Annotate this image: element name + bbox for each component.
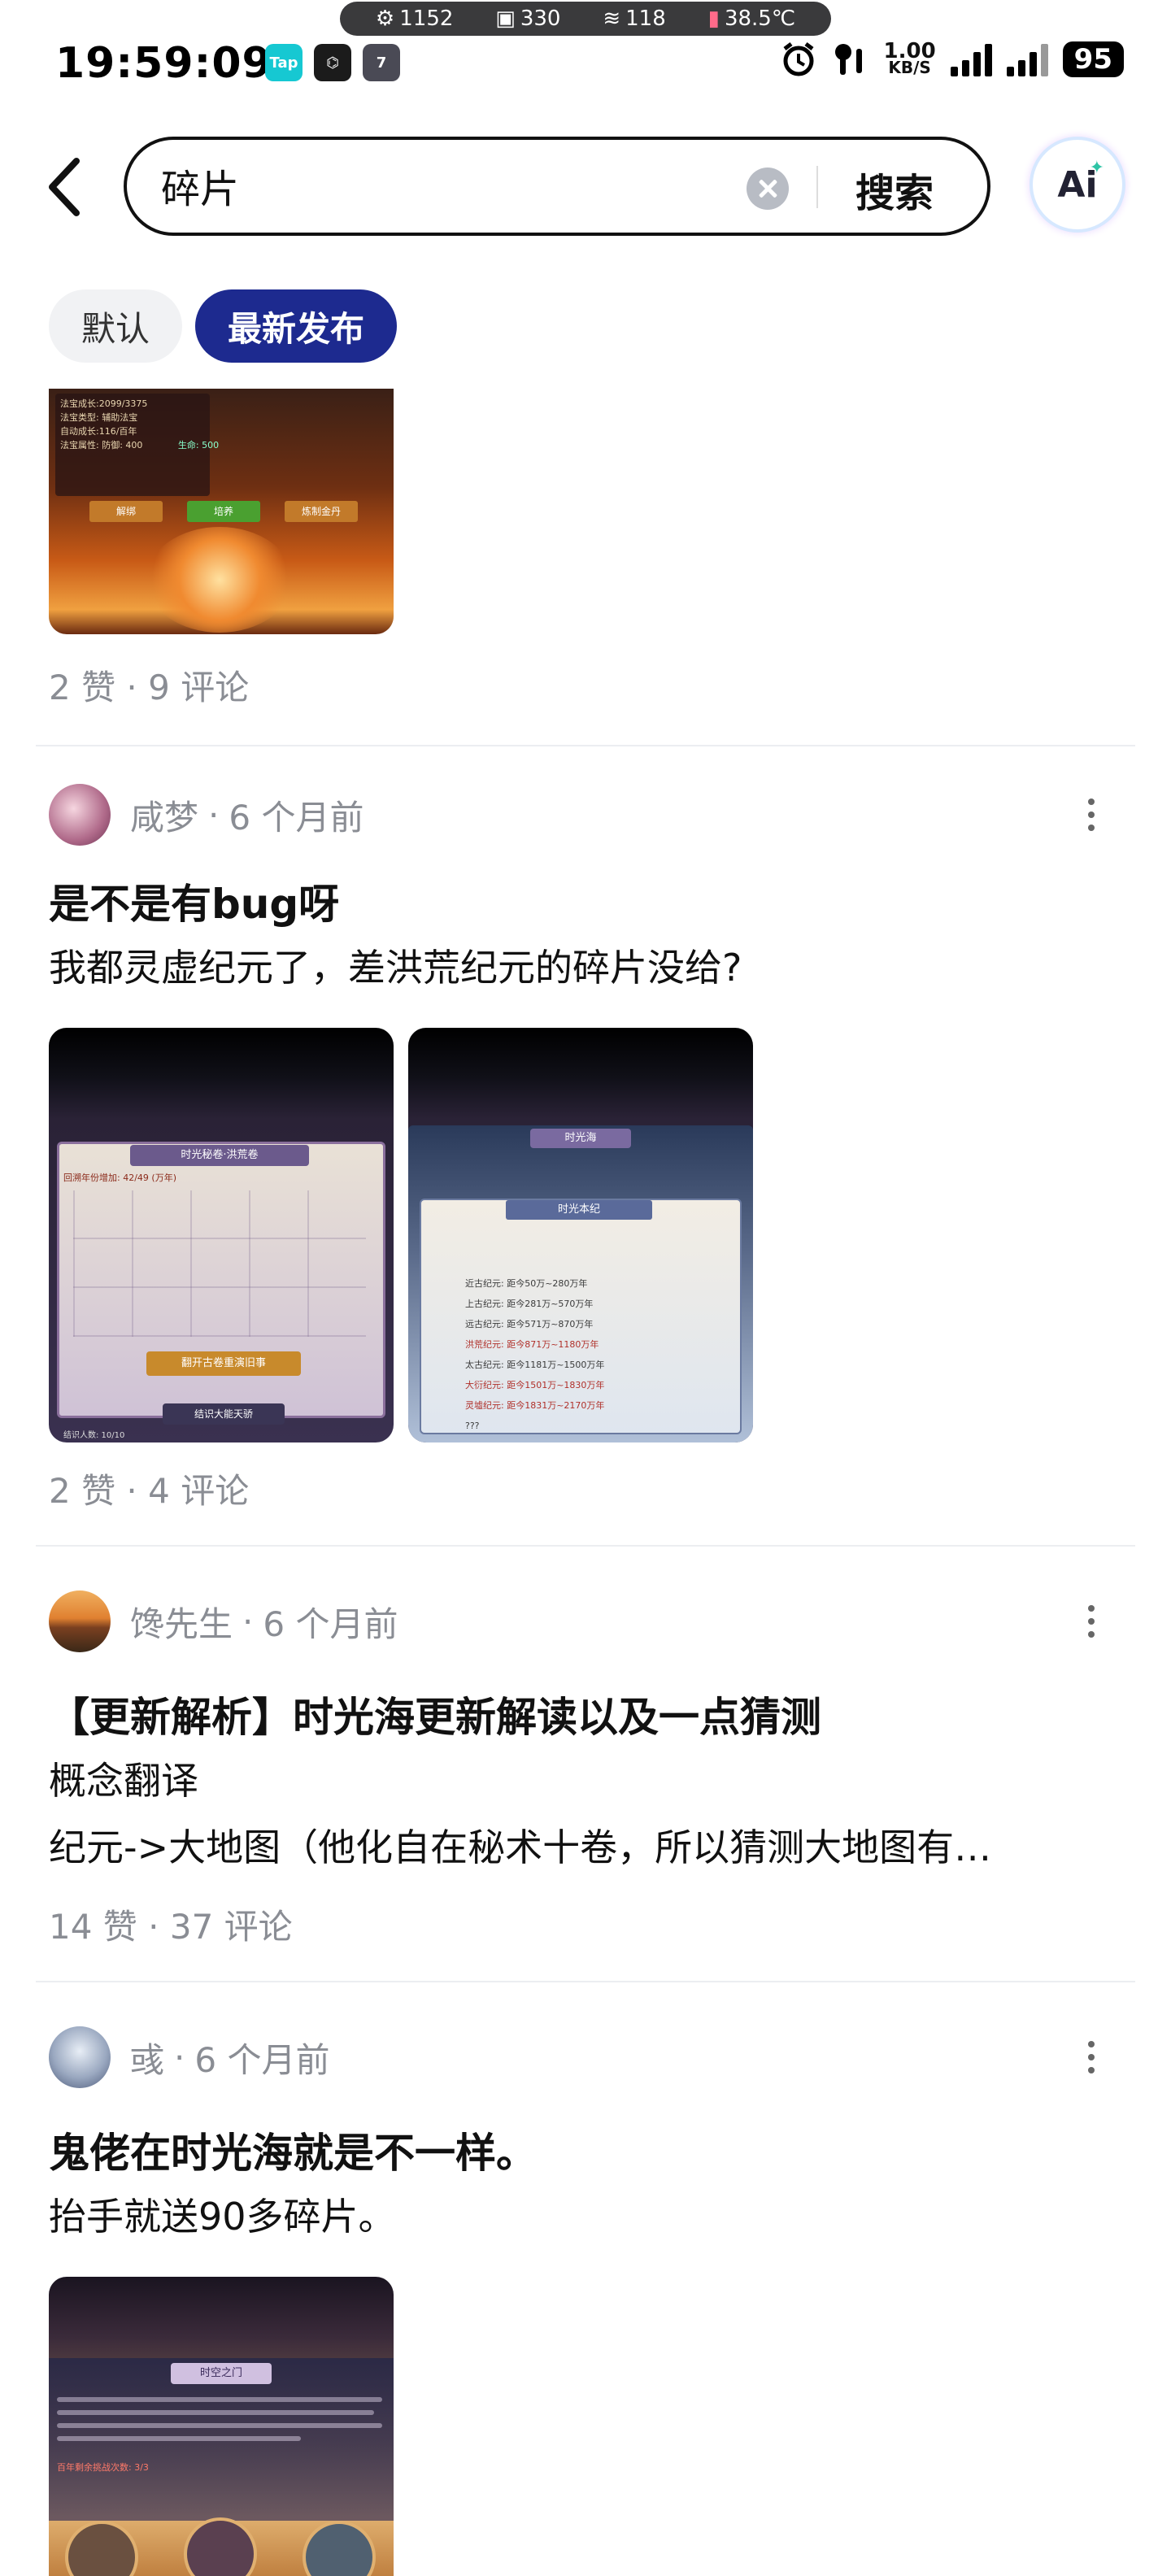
more-options-icon[interactable]: [1077, 2033, 1106, 2082]
game-app-icon: ⌬: [314, 44, 351, 81]
image-portrait: [65, 2521, 138, 2576]
image-portrait: [184, 2517, 257, 2576]
avatar[interactable]: [49, 784, 111, 846]
image-footer: 结识大能天骄: [163, 1403, 285, 1425]
post-stats: 2 赞 · 4 评论: [49, 1471, 250, 1511]
sort-default-chip[interactable]: 默认: [49, 289, 183, 363]
network-speed: 1.00 KB/S: [883, 39, 936, 77]
post-body-line-1[interactable]: 概念翻译: [49, 1751, 1122, 1805]
image-era-list: 近古纪元: 距今50万~280万年 上古纪元: 距今281万~570万年 远古纪…: [465, 1278, 605, 1431]
image-button-3: 炼制金丹: [285, 501, 358, 522]
more-options-icon[interactable]: [1077, 1597, 1106, 1646]
memory-readout: ▣ 330: [495, 7, 561, 31]
post-body-line-2[interactable]: 纪元->大地图（他化自在秘术十卷，所以猜测大地图有…: [49, 1818, 1122, 1872]
post-time: 6 个月前: [194, 2039, 330, 2080]
notification-app-icons: Tap ⌬ 7: [265, 44, 400, 81]
image-glow: [146, 527, 293, 633]
system-monitor-pill: ⚙ 1152 ▣ 330 ≋ 118 ▮ 38.5℃: [340, 2, 831, 36]
post-stats: 14 赞 · 37 评论: [49, 1907, 293, 1947]
sort-filter-chips: 默认 最新发布: [49, 289, 398, 363]
status-bar: ⚙ 1152 ▣ 330 ≋ 118 ▮ 38.5℃ 19:59:09 Tap ⌬ 7 …: [0, 0, 1171, 122]
sort-latest-chip[interactable]: 最新发布: [195, 289, 398, 363]
back-arrow-icon[interactable]: [42, 154, 91, 220]
image-header: 时空之门: [171, 2363, 272, 2384]
post-time: 6 个月前: [229, 797, 364, 838]
image-header: 时光海: [530, 1129, 631, 1148]
memory-icon: ▣: [495, 7, 516, 31]
post-author[interactable]: 馋先生 · 6 个月前: [49, 1589, 398, 1654]
taptap-icon: Tap: [265, 44, 303, 81]
author-name[interactable]: 馋先生: [130, 1597, 233, 1647]
post-body[interactable]: 我都灵虚纪元了，差洪荒纪元的碎片没给?: [49, 938, 1122, 992]
image-button-1: 解绑: [89, 501, 163, 522]
post-image[interactable]: 法宝成长:2099/3375 法宝类型: 辅助法宝 自动成长:116/百年 法宝…: [49, 389, 394, 634]
clock: 19:59:09: [55, 39, 272, 88]
image-text-line: [57, 2423, 382, 2428]
post-divider: [36, 1981, 1135, 1982]
image-stat-text: 法宝成长:2099/3375 法宝类型: 辅助法宝 自动成长:116/百年 法宝…: [60, 398, 220, 450]
fps-readout: ⚙ 1152: [375, 7, 454, 31]
post-author[interactable]: 彧 · 6 个月前: [49, 2025, 329, 2090]
image-text-line: [57, 2436, 301, 2441]
signal-icon: [950, 42, 992, 76]
avatar[interactable]: [49, 1590, 111, 1652]
search-bar[interactable]: 搜索: [124, 137, 990, 236]
post-divider: [36, 745, 1135, 746]
post-title[interactable]: 是不是有bug呀: [49, 872, 339, 930]
meta-dot: ·: [242, 1601, 254, 1642]
more-options-icon[interactable]: [1077, 790, 1106, 839]
meta-dot: ·: [208, 794, 220, 835]
post-author[interactable]: 咸梦 · 6 个月前: [49, 782, 363, 847]
image-header: 时光秘卷·洪荒卷: [130, 1145, 309, 1166]
post-image[interactable]: 时空之门 百年剩余挑战次数: 3/3: [49, 2277, 394, 2576]
author-name[interactable]: 咸梦: [130, 790, 198, 840]
app-icon-7: 7: [363, 44, 400, 81]
image-text-line: [57, 2397, 382, 2402]
meta-dot: ·: [174, 2037, 185, 2078]
search-button[interactable]: 搜索: [855, 161, 934, 218]
signal-icon-2: [1006, 42, 1048, 76]
status-indicators: 1.00 KB/S 95: [780, 41, 1124, 78]
image-portrait: [303, 2521, 376, 2576]
post-body[interactable]: 抬手就送90多碎片。: [49, 2187, 1122, 2241]
post-time: 6 个月前: [263, 1603, 398, 1644]
frequency-readout: ≋ 118: [603, 7, 666, 31]
earbuds-icon: [834, 44, 862, 75]
alarm-icon: [783, 42, 814, 76]
image-button: 翻开古卷重演旧事: [146, 1351, 301, 1376]
image-subheader: 时光本纪: [506, 1200, 652, 1220]
image-button-2: 培养: [187, 501, 260, 522]
thermometer-icon: ▮: [707, 7, 720, 31]
search-divider: [816, 166, 818, 208]
ai-assistant-button[interactable]: Ai ✦: [1033, 140, 1122, 229]
wave-icon: ≋: [603, 7, 621, 31]
post-title[interactable]: 【更新解析】时光海更新解读以及一点猜测: [49, 1685, 821, 1743]
battery-indicator: 95: [1062, 41, 1124, 77]
image-subtext: 回溯年份增加: 42/49 (万年): [63, 1173, 176, 1183]
image-subtext: 百年剩余挑战次数: 3/3: [57, 2462, 149, 2473]
image-grid: [73, 1190, 366, 1337]
post-image[interactable]: 时光秘卷·洪荒卷 回溯年份增加: 42/49 (万年) 翻开古卷重演旧事 结识大…: [49, 1028, 394, 1442]
cpu-icon: ⚙: [375, 7, 395, 31]
search-input[interactable]: [161, 163, 730, 208]
temperature-readout: ▮ 38.5℃: [707, 7, 796, 31]
post-image[interactable]: 时光海 时光本纪 近古纪元: 距今50万~280万年 上古纪元: 距今281万~…: [408, 1028, 753, 1442]
post-divider: [36, 1545, 1135, 1547]
sparkle-icon: ✦: [1089, 158, 1104, 178]
post-title[interactable]: 鬼佬在时光海就是不一样。: [49, 2121, 537, 2179]
clear-icon[interactable]: [747, 168, 789, 210]
post-stats: 2 赞 · 9 评论: [49, 668, 250, 707]
image-text-line: [57, 2410, 374, 2415]
image-count: 结识人数: 10/10: [63, 1431, 125, 1440]
author-name[interactable]: 彧: [130, 2033, 164, 2082]
avatar[interactable]: [49, 2026, 111, 2088]
